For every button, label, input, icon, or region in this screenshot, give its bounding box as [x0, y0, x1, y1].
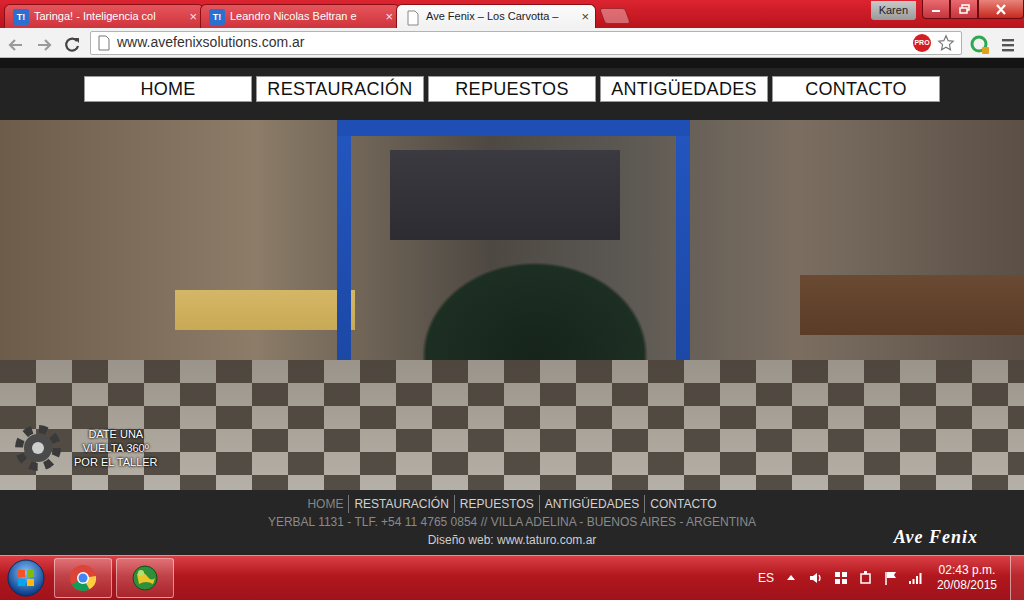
- site-logo[interactable]: Ave Fenix: [894, 524, 1024, 555]
- favicon: T!: [13, 9, 29, 25]
- browser-toolbar: www.avefenixsolutions.com.ar PRO: [0, 28, 1024, 58]
- tab-strip: T! Taringa! - Inteligencia col × T! Leandro …: [0, 0, 1024, 28]
- tab-title[interactable]: Ave Fenix – Los Carvotta –: [426, 8, 576, 25]
- site-header: HOMERESTAURACIÓNREPUESTOSANTIGÜEDADESCON…: [0, 58, 1024, 120]
- taskbar-apps: [54, 558, 174, 598]
- clock-time[interactable]: 02:43 p.m.: [937, 563, 997, 578]
- tour-line[interactable]: POR EL TALLER: [74, 455, 158, 469]
- new-tab-button[interactable]: [599, 8, 631, 24]
- browser-tab[interactable]: Ave Fenix – Los Carvotta – ×: [396, 4, 596, 28]
- favicon: T!: [209, 9, 225, 25]
- footer-link[interactable]: HOME: [302, 495, 348, 513]
- action-center-flag-icon[interactable]: [883, 570, 899, 586]
- nav-item[interactable]: ANTIGÜEDADES: [600, 76, 768, 102]
- footer-nav: HOMERESTAURACIÓNREPUESTOSANTIGÜEDADESCON…: [302, 495, 721, 513]
- restore-icon[interactable]: [950, 0, 978, 19]
- tour-360-link[interactable]: DATE UNAVUELTA 360ºPOR EL TALLER: [12, 420, 158, 476]
- nav-item[interactable]: HOME: [84, 76, 252, 102]
- taskbar-app-button[interactable]: [116, 558, 174, 598]
- site-nav: HOMERESTAURACIÓNREPUESTOSANTIGÜEDADESCON…: [84, 76, 940, 120]
- gear-icon: [12, 420, 68, 476]
- taskbar: ES 02:43 p.m. 20/08/2015: [0, 555, 1024, 600]
- nav-item[interactable]: REPUESTOS: [428, 76, 596, 102]
- tour-line[interactable]: VUELTA 360º: [74, 441, 158, 455]
- extension-badge[interactable]: PRO: [913, 34, 931, 52]
- window-controls: Karen: [871, 0, 1024, 20]
- footer-link[interactable]: REPUESTOS: [454, 495, 539, 513]
- tab-title[interactable]: Taringa! - Inteligencia col: [34, 8, 184, 25]
- network-signal-icon[interactable]: [908, 570, 924, 586]
- close-window-icon[interactable]: [978, 0, 1024, 19]
- tab-close-button[interactable]: ×: [189, 10, 197, 23]
- extension-icon[interactable]: [970, 33, 990, 53]
- tab-list: T! Taringa! - Inteligencia col × T! Leandro …: [4, 4, 592, 28]
- address-bar[interactable]: www.avefenixsolutions.com.ar PRO: [90, 31, 962, 55]
- browser-tab[interactable]: T! Taringa! - Inteligencia col ×: [4, 4, 204, 28]
- clock-date[interactable]: 20/08/2015: [937, 578, 997, 593]
- workshop-photo: DATE UNAVUELTA 360ºPOR EL TALLER: [0, 120, 1024, 490]
- system-tray: ES 02:43 p.m. 20/08/2015: [758, 556, 1024, 600]
- language-indicator[interactable]: ES: [758, 569, 774, 587]
- browser-tab[interactable]: T! Leandro Nicolas Beltran e ×: [200, 4, 400, 28]
- menu-icon[interactable]: [998, 33, 1018, 53]
- minimize-icon[interactable]: [922, 0, 950, 19]
- show-hidden-icons-icon[interactable]: [783, 570, 799, 586]
- reload-icon[interactable]: [62, 33, 82, 53]
- show-desktop-button[interactable]: [1010, 556, 1024, 600]
- globe-icon: [131, 564, 159, 592]
- tab-close-button[interactable]: ×: [385, 10, 393, 23]
- site-footer: HOMERESTAURACIÓNREPUESTOSANTIGÜEDADESCON…: [0, 490, 1024, 555]
- start-orb-icon[interactable]: [6, 558, 46, 598]
- page-icon: [97, 35, 111, 51]
- nav-item[interactable]: CONTACTO: [772, 76, 940, 102]
- photo-upper: [0, 120, 1024, 360]
- chrome-icon: [69, 564, 97, 592]
- footer-address: YERBAL 1131 - TLF. +54 11 4765 0854 // V…: [268, 513, 756, 531]
- footer-link[interactable]: CONTACTO: [644, 495, 721, 513]
- nav-item[interactable]: RESTAURACIÓN: [256, 76, 424, 102]
- photo-floor: [0, 360, 1024, 490]
- taskbar-app-button[interactable]: [54, 558, 112, 598]
- footer-link[interactable]: ANTIGÜEDADES: [539, 495, 645, 513]
- power-icon[interactable]: [858, 570, 874, 586]
- footer-link[interactable]: RESTAURACIÓN: [348, 495, 453, 513]
- tab-title[interactable]: Leandro Nicolas Beltran e: [230, 8, 380, 25]
- profile-badge[interactable]: Karen: [871, 1, 916, 20]
- footer-credit[interactable]: Diseño web: www.taturo.com.ar: [428, 531, 597, 549]
- tour-text[interactable]: DATE UNAVUELTA 360ºPOR EL TALLER: [74, 427, 158, 469]
- tab-close-button[interactable]: ×: [581, 10, 589, 23]
- forward-arrow-icon[interactable]: [34, 33, 54, 53]
- clock[interactable]: 02:43 p.m. 20/08/2015: [933, 563, 1001, 593]
- tour-line[interactable]: DATE UNA: [74, 427, 158, 441]
- back-arrow-icon[interactable]: [6, 33, 26, 53]
- volume-icon[interactable]: [808, 570, 824, 586]
- url-text[interactable]: www.avefenixsolutions.com.ar: [117, 32, 305, 53]
- windows-flag-icon[interactable]: [833, 570, 849, 586]
- page-favicon-icon: [405, 9, 421, 25]
- bookmark-star-icon[interactable]: [937, 34, 955, 52]
